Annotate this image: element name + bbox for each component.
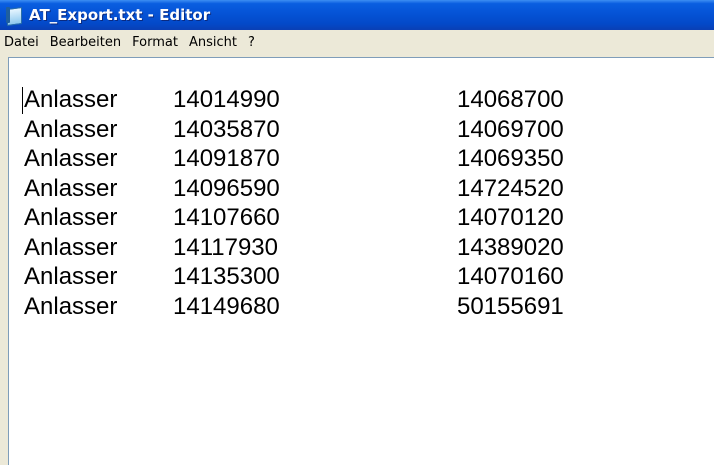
line-label: Anlasser xyxy=(24,204,118,231)
editor-window: AT_Export.txt - Editor Datei Bearbeiten … xyxy=(0,0,714,465)
line-number-1: 14096590 xyxy=(173,174,280,202)
notepad-icon[interactable] xyxy=(6,6,22,27)
title-bar[interactable]: AT_Export.txt - Editor xyxy=(0,0,714,30)
line-number-2: 14069700 xyxy=(457,115,564,143)
line-number-1: 14035870 xyxy=(173,115,280,143)
line-number-2: 50155691 xyxy=(457,292,564,320)
line-label: Anlasser xyxy=(24,292,118,320)
menu-bearbeiten[interactable]: Bearbeiten xyxy=(45,33,127,52)
line-number-1: 14149680 xyxy=(173,292,280,320)
menu-datei[interactable]: Datei xyxy=(0,33,45,52)
line-number-2: 14070120 xyxy=(457,204,564,231)
menu-bar: Datei Bearbeiten Format Ansicht ? xyxy=(0,30,714,54)
text-area[interactable]: Anlasser 14014990 14068700 Anlasser 14035870… xyxy=(8,57,714,465)
line-number-1: 14107660 xyxy=(173,204,280,231)
line-number-2: 14389020 xyxy=(457,233,564,261)
text-caret xyxy=(22,87,23,114)
line-label: Anlasser xyxy=(24,233,118,261)
line-number-1: 14135300 xyxy=(173,263,280,290)
line-number-2: 14069350 xyxy=(457,145,564,172)
line-label: Anlasser xyxy=(24,86,118,113)
line-label: Anlasser xyxy=(24,174,118,202)
window-title: AT_Export.txt - Editor xyxy=(29,6,211,24)
line-number-2: 14070160 xyxy=(457,263,564,290)
line-label: Anlasser xyxy=(24,145,118,172)
line-number-1: 14014990 xyxy=(173,86,280,113)
line-number-1: 14117930 xyxy=(173,233,278,261)
line-label: Anlasser xyxy=(24,263,118,290)
line-label: Anlasser xyxy=(24,115,118,143)
line-number-2: 14068700 xyxy=(457,86,564,113)
line-number-1: 14091870 xyxy=(173,145,280,172)
menu-ansicht[interactable]: Ansicht xyxy=(184,33,243,52)
menu-help[interactable]: ? xyxy=(243,33,261,52)
menu-format[interactable]: Format xyxy=(127,33,184,52)
line-number-2: 14724520 xyxy=(457,174,564,202)
